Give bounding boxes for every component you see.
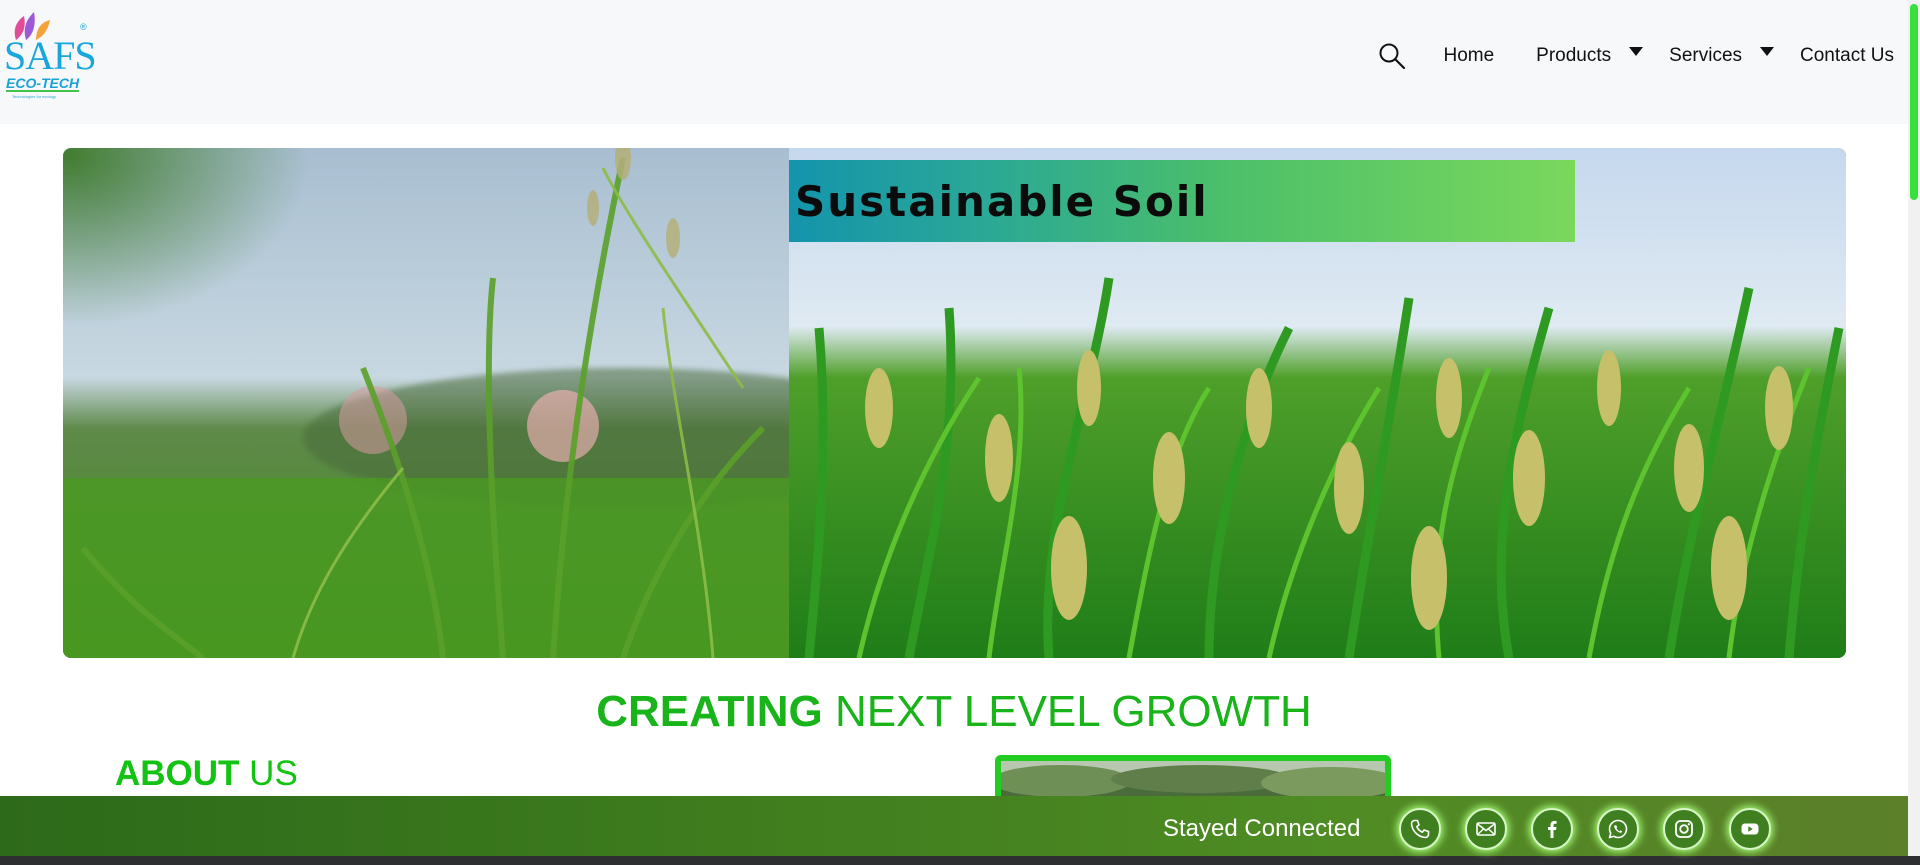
whatsapp-link[interactable] [1597, 808, 1639, 850]
phone-link[interactable] [1399, 808, 1441, 850]
search-icon [1379, 43, 1406, 70]
scrollbar-thumb[interactable] [1910, 4, 1918, 200]
phone-icon [1410, 819, 1430, 839]
about-rest: US [239, 754, 298, 793]
facebook-icon [1548, 821, 1557, 838]
whatsapp-icon [1608, 819, 1628, 839]
site-logo[interactable]: ® SAFS ECO-TECH Technologies for ecology [4, 12, 97, 102]
site-header: ® SAFS ECO-TECH Technologies for ecology… [0, 0, 1908, 124]
instagram-icon [1675, 820, 1693, 838]
caret-down-icon [1760, 46, 1775, 56]
about-bold: ABOUT [115, 754, 240, 793]
hero-banner: Sustainable Soil [63, 148, 1846, 658]
banner-title: Sustainable Soil [795, 176, 1209, 226]
grass-closeup-image [63, 148, 789, 658]
nav-services-label: Services [1669, 45, 1743, 66]
nav-products-label: Products [1536, 45, 1612, 66]
page-scrollbar[interactable] [1908, 0, 1920, 865]
logo-subtitle: ECO-TECH [6, 75, 80, 92]
search-button[interactable] [1377, 41, 1407, 71]
nav-home[interactable]: Home [1443, 45, 1494, 67]
nav-contact-us[interactable]: Contact Us [1800, 45, 1894, 67]
email-link[interactable] [1465, 808, 1507, 850]
nav-products[interactable]: Products [1536, 45, 1644, 67]
banner-title-box: Sustainable Soil [789, 160, 1575, 242]
youtube-link[interactable] [1729, 808, 1771, 850]
youtube-icon [1741, 823, 1759, 835]
nav-contact-label: Contact Us [1800, 45, 1894, 66]
tagline-rest: NEXT LEVEL GROWTH [822, 687, 1312, 736]
tagline-bold: CREATING [596, 687, 823, 736]
section-tagline: CREATING NEXT LEVEL GROWTH [0, 688, 1908, 736]
logo-tagline: Technologies for ecology [12, 94, 57, 99]
nav-services[interactable]: Services [1669, 45, 1775, 67]
nav-home-label: Home [1443, 45, 1495, 66]
social-links [1399, 808, 1795, 850]
logo-wordmark: SAFS [4, 33, 97, 78]
footer-bottom-strip [0, 856, 1920, 865]
email-icon [1476, 822, 1496, 836]
stay-connected-text: Stayed Connected [1163, 815, 1361, 842]
instagram-link[interactable] [1663, 808, 1705, 850]
registered-mark: ® [80, 22, 87, 32]
caret-down-icon [1629, 46, 1644, 56]
facebook-link[interactable] [1531, 808, 1573, 850]
about-heading: ABOUT US [115, 752, 298, 796]
main-nav: Home Products Services Contact Us [1377, 38, 1894, 74]
